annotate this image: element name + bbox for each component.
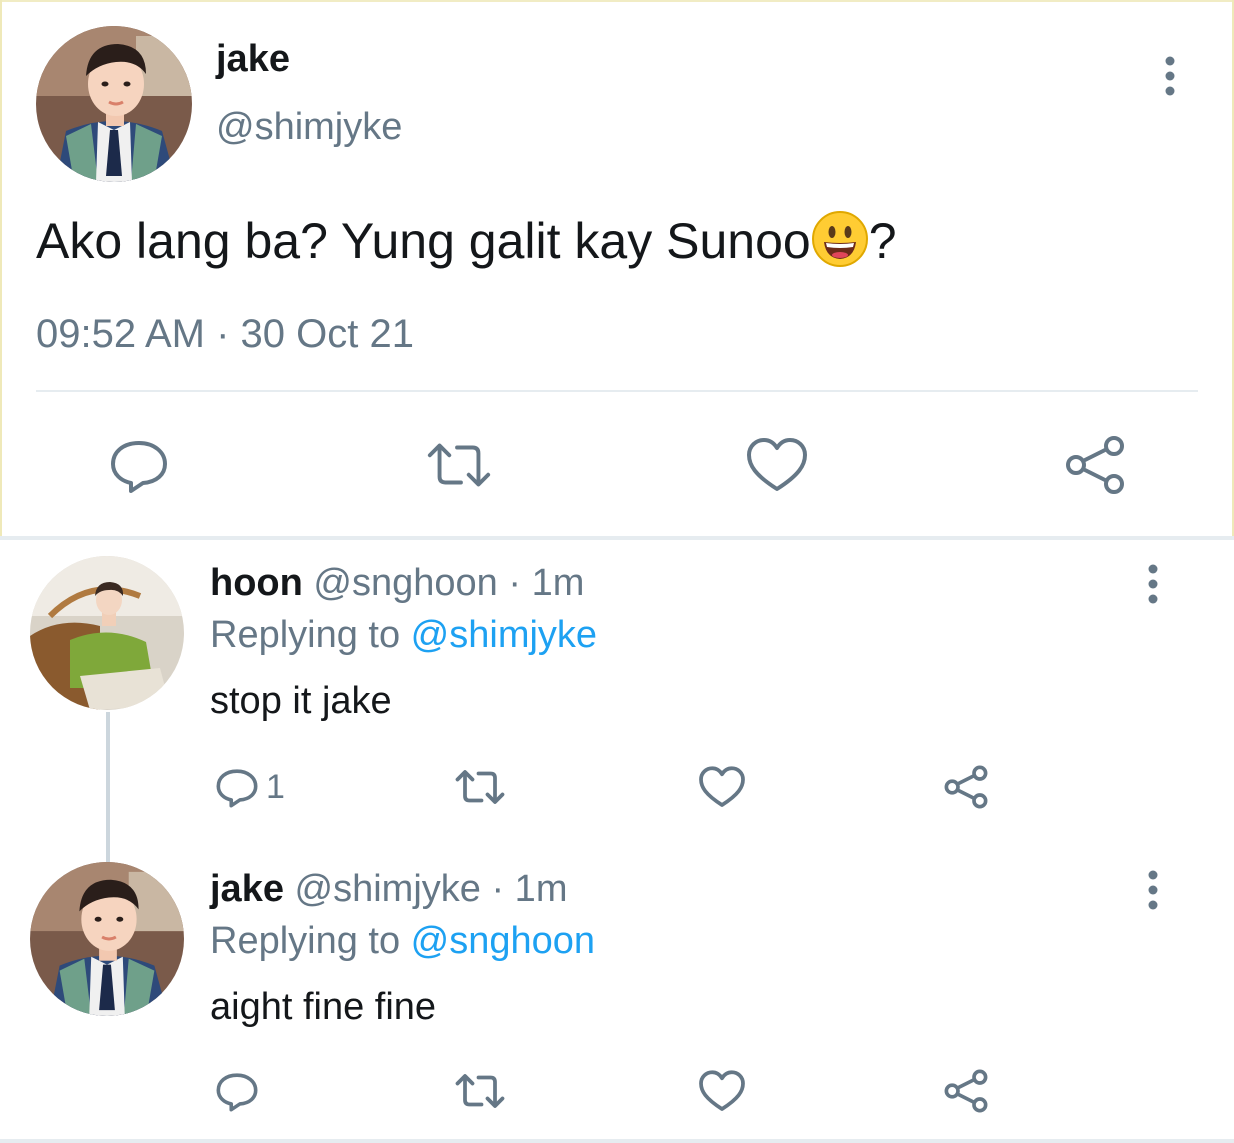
heart-icon [699,766,745,807]
retweet-icon [427,443,491,487]
more-options-button[interactable] [1150,46,1190,106]
grinning-face-emoji-icon [811,210,869,268]
share-icon [944,765,988,809]
retweet-icon [455,770,505,804]
reply-button[interactable] [104,430,174,500]
mention-link[interactable]: @snghoon [411,920,595,962]
reply-text: aight fine fine [210,986,437,1028]
author-name[interactable]: hoon [210,562,303,604]
vertical-dots-icon [1148,870,1158,910]
bottom-divider [0,1139,1234,1143]
retweet-button[interactable] [424,430,494,500]
avatar[interactable] [30,556,184,710]
tweet-text-main: Ako lang ba? Yung galit kay Sunoo [36,213,811,269]
reply-text: stop it jake [210,680,392,722]
author-handle-time[interactable]: @snghoon · 1m [313,562,584,604]
vertical-dots-icon [1148,564,1158,604]
more-options-button[interactable] [1133,554,1173,614]
reply-icon [216,1073,258,1112]
section-divider [0,536,1234,540]
avatar-photo [30,862,184,1016]
retweet-icon [455,1074,505,1108]
like-button[interactable] [742,430,812,500]
tweet-text-suffix: ? [868,213,897,269]
author-name[interactable]: jake [210,868,284,910]
reply-header: jake @shimjyke · 1m [210,868,567,911]
author-handle-time[interactable]: @shimjyke · 1m [295,868,568,910]
divider [36,390,1198,392]
avatar-photo [36,26,192,182]
heart-icon [747,438,807,491]
author-handle[interactable]: @shimjyke [216,106,402,149]
main-tweet: jake @shimjyke Ako lang ba? Yung galit k… [0,0,1234,538]
heart-icon [699,1070,745,1111]
vertical-dots-icon [1165,56,1175,96]
avatar-photo [30,556,184,710]
replying-to-label: Replying to [210,920,411,962]
share-icon [944,1069,988,1113]
mention-link[interactable]: @shimjyke [411,614,597,656]
share-button[interactable] [942,1066,990,1116]
tweet-text: Ako lang ba? Yung galit kay Sunoo ? [36,210,897,270]
replying-to: Replying to @snghoon [210,920,595,963]
replying-to: Replying to @shimjyke [210,614,597,657]
author-name[interactable]: jake [216,38,290,81]
share-icon [1066,436,1124,494]
avatar[interactable] [30,862,184,1016]
reply-icon [111,441,167,493]
retweet-button[interactable] [452,762,508,812]
like-button[interactable] [698,1066,746,1116]
replying-to-label: Replying to [210,614,411,656]
retweet-button[interactable] [452,1066,508,1116]
share-button[interactable] [1060,430,1130,500]
tweet-timestamp[interactable]: 09:52 AM · 30 Oct 21 [36,312,414,357]
avatar[interactable] [36,26,192,182]
share-button[interactable] [942,762,990,812]
thread-connector-line [106,712,110,862]
reply-button[interactable] [214,1066,266,1116]
reply-icon [216,769,258,808]
reply-button[interactable]: 1 [214,762,285,812]
more-options-button[interactable] [1133,860,1173,920]
reply-header: hoon @snghoon · 1m [210,562,584,605]
reply-count: 1 [266,767,285,806]
like-button[interactable] [698,762,746,812]
